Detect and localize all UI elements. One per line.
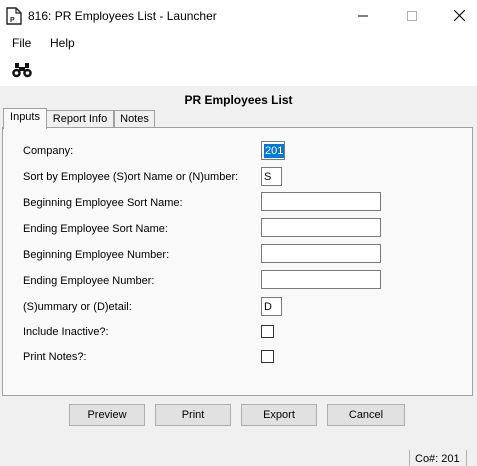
- status-divider-right: [466, 450, 467, 466]
- sort-by-label: Sort by Employee (S)ort Name or (N)umber…: [23, 171, 239, 183]
- summary-detail-field[interactable]: D: [261, 297, 282, 316]
- window-title: 816: PR Employees List - Launcher: [28, 9, 217, 23]
- sort-by-field[interactable]: S: [261, 167, 282, 186]
- tab-inputs[interactable]: Inputs: [3, 108, 47, 129]
- minimize-button[interactable]: [340, 0, 386, 31]
- begin-sort-name-label: Beginning Employee Sort Name:: [23, 197, 183, 209]
- svg-text:P: P: [10, 17, 15, 24]
- company-label: Company:: [23, 145, 74, 157]
- tab-report-info[interactable]: Report Info: [46, 110, 114, 128]
- menu-bar: File Help: [0, 31, 477, 54]
- end-number-field[interactable]: [261, 270, 381, 289]
- export-button[interactable]: Export: [241, 404, 317, 426]
- cancel-button[interactable]: Cancel: [327, 404, 405, 426]
- form-title: PR Employees List: [184, 93, 293, 107]
- tab-notes[interactable]: Notes: [114, 110, 155, 128]
- status-company: Co#: 201: [415, 453, 460, 465]
- print-button[interactable]: Print: [155, 404, 231, 426]
- minimize-icon: [358, 15, 368, 16]
- status-divider: [409, 450, 410, 466]
- begin-sort-name-field[interactable]: [261, 192, 381, 211]
- close-button[interactable]: [436, 0, 477, 31]
- end-sort-name-field[interactable]: [261, 218, 381, 237]
- company-value: 201: [264, 144, 285, 158]
- close-icon: [453, 10, 465, 21]
- begin-number-label: Beginning Employee Number:: [23, 249, 170, 261]
- print-notes-checkbox[interactable]: [261, 350, 274, 363]
- company-field[interactable]: 201: [261, 141, 285, 160]
- pr-document-icon: P: [6, 7, 22, 25]
- menu-file[interactable]: File: [12, 36, 31, 50]
- include-inactive-label: Include Inactive?:: [23, 326, 109, 338]
- preview-button[interactable]: Preview: [69, 404, 145, 426]
- end-sort-name-label: Ending Employee Sort Name:: [23, 223, 168, 235]
- include-inactive-checkbox[interactable]: [261, 325, 274, 338]
- maximize-icon: [407, 10, 417, 21]
- toolbar: [0, 54, 477, 86]
- begin-number-field[interactable]: [261, 244, 381, 263]
- print-notes-label: Print Notes?:: [23, 351, 87, 363]
- menu-help[interactable]: Help: [50, 36, 75, 50]
- summary-detail-label: (S)ummary or (D)etail:: [23, 301, 132, 313]
- binoculars-icon[interactable]: [11, 62, 33, 78]
- end-number-label: Ending Employee Number:: [23, 275, 155, 287]
- title-bar: P 816: PR Employees List - Launcher: [0, 0, 477, 31]
- maximize-button[interactable]: [389, 0, 435, 31]
